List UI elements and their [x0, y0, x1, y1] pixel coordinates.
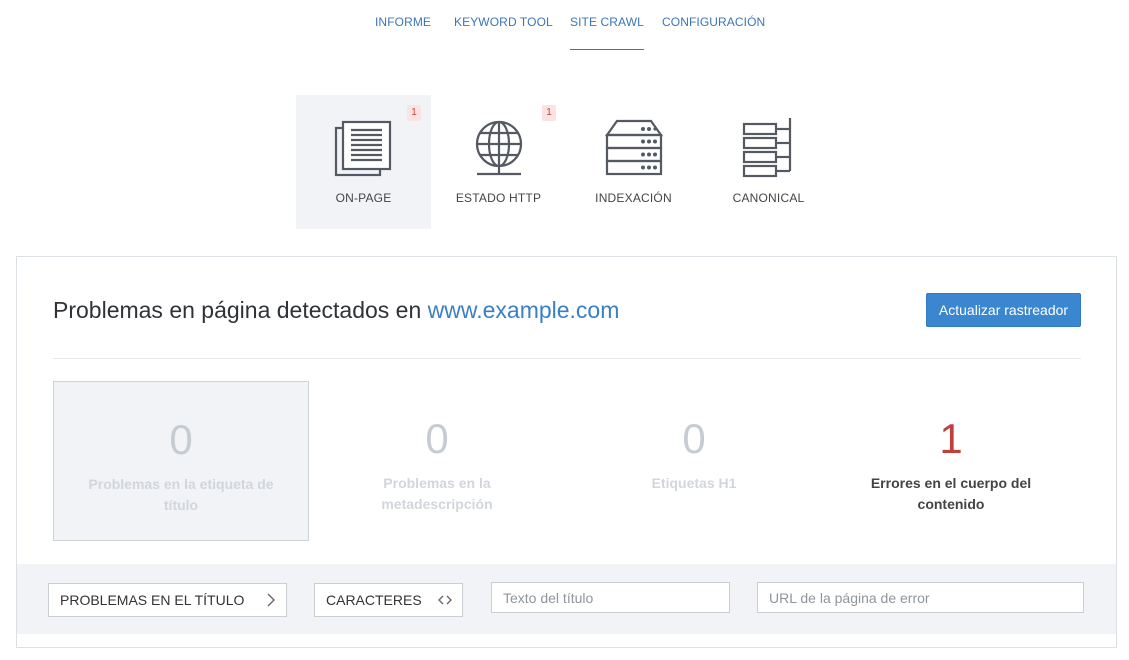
domain-link[interactable]: www.example.com	[428, 297, 620, 323]
nav-tab-site-crawl[interactable]: SITE CRAWL	[570, 15, 644, 50]
hierarchy-icon	[742, 118, 792, 178]
characters-dropdown[interactable]: CARACTERES	[314, 583, 463, 617]
stat-card-title-tag[interactable]: 0 Problemas en la etiqueta de título	[53, 381, 309, 541]
nav-tab-keyword-tool[interactable]: KEYWORD TOOL	[454, 15, 553, 29]
code-arrows-icon	[438, 594, 452, 609]
stat-value: 0	[425, 415, 449, 462]
error-url-input[interactable]	[757, 582, 1084, 613]
stat-card-meta-description[interactable]: 0 Problemas en la metadescripción	[309, 381, 565, 541]
document-stack-icon	[334, 120, 392, 177]
stat-value: 1	[939, 415, 963, 462]
dropdown-value: CARACTERES	[326, 592, 422, 608]
category-label: ON-PAGE	[335, 191, 392, 205]
stat-value: 0	[682, 415, 706, 462]
stat-label: Problemas en la metadescripción	[381, 475, 493, 512]
chevron-right-icon	[266, 593, 276, 610]
category-tile-canonical[interactable]: CANONICAL	[701, 95, 836, 229]
title-text: Problemas en página detectados en	[53, 297, 422, 323]
stat-label: Etiquetas H1	[651, 475, 737, 491]
filter-bar: PROBLEMAS EN EL TÍTULO CARACTERES	[17, 564, 1116, 634]
category-tile-on-page[interactable]: 1 ON-PAGE	[296, 95, 431, 229]
page-title: Problemas en página detectados en www.ex…	[53, 297, 619, 324]
stat-value: 0	[169, 416, 193, 463]
category-label: CANONICAL	[732, 191, 805, 205]
title-text-input[interactable]	[491, 582, 730, 613]
top-navigation: INFORME KEYWORD TOOL SITE CRAWL CONFIGUR…	[0, 0, 1129, 50]
stat-card-h1-tags[interactable]: 0 Etiquetas H1	[566, 381, 822, 541]
server-icon	[604, 119, 664, 176]
stat-card-body-content-errors[interactable]: 1 Errores en el cuerpo del contenido	[823, 381, 1079, 541]
nav-tab-configuracion[interactable]: CONFIGURACIÓN	[662, 15, 765, 29]
dropdown-value: PROBLEMAS EN EL TÍTULO	[60, 592, 245, 608]
category-tile-indexacion[interactable]: INDEXACIÓN	[566, 95, 701, 229]
category-label: ESTADO HTTP	[455, 191, 542, 205]
notification-badge: 1	[407, 105, 421, 121]
stat-label: Errores en el cuerpo del contenido	[870, 475, 1032, 512]
stat-label: Problemas en la etiqueta de título	[88, 476, 274, 513]
divider	[53, 358, 1081, 359]
refresh-crawler-button[interactable]: Actualizar rastreador	[926, 293, 1081, 327]
issue-type-dropdown[interactable]: PROBLEMAS EN EL TÍTULO	[48, 583, 287, 617]
category-label: INDEXACIÓN	[595, 191, 672, 205]
issues-panel: Problemas en página detectados en www.ex…	[16, 256, 1117, 648]
category-tile-estado-http[interactable]: 1 ESTADO HTTP	[431, 95, 566, 229]
nav-tab-informe[interactable]: INFORME	[375, 15, 431, 29]
globe-icon	[475, 120, 523, 176]
notification-badge: 1	[542, 105, 556, 121]
